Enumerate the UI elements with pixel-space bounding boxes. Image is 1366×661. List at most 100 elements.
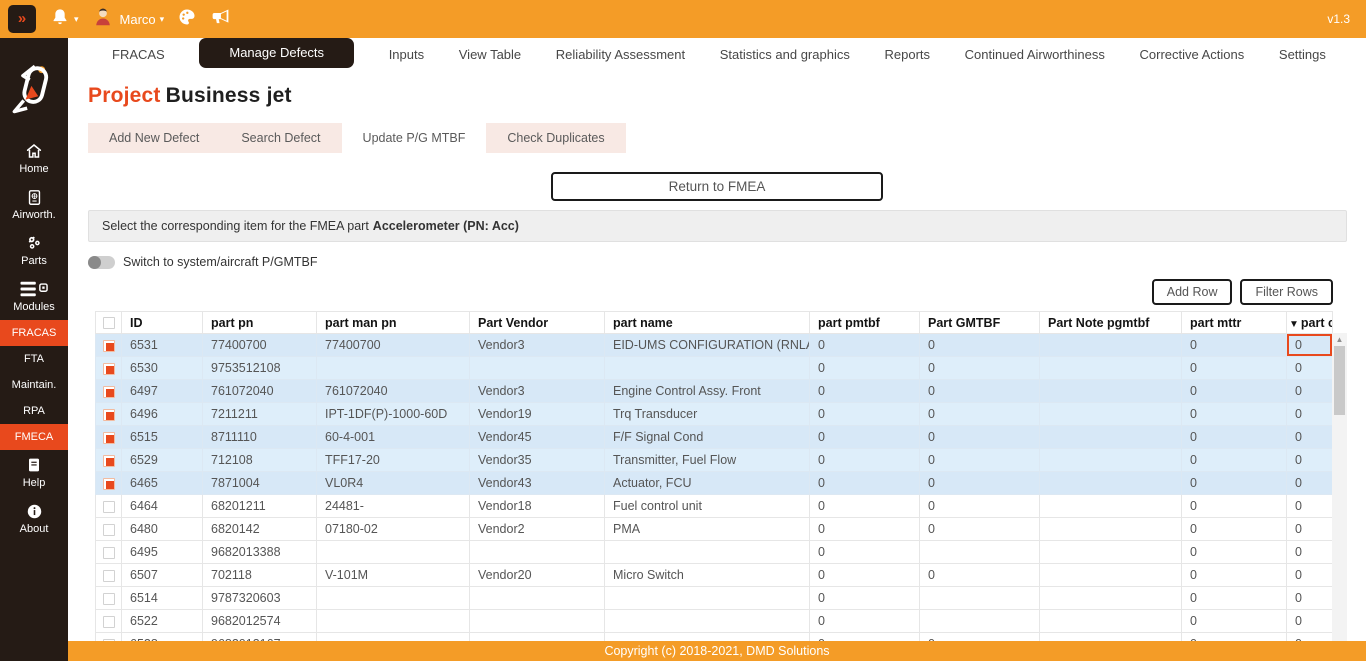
row-checkbox[interactable] <box>103 386 115 398</box>
sidebar-item-help[interactable]: Help <box>0 450 68 496</box>
tab-inputs[interactable]: Inputs <box>389 47 424 62</box>
cell-mttr[interactable]: 0 <box>1182 564 1287 587</box>
cell-gmtbf[interactable]: 0 <box>920 518 1040 541</box>
cell-pmtbf[interactable]: 0 <box>810 610 920 633</box>
col-part-co[interactable]: ▼part co <box>1287 312 1333 334</box>
sidebar-collapse-button[interactable]: » <box>8 5 36 33</box>
palette-icon[interactable] <box>177 7 197 32</box>
row-checkbox[interactable] <box>103 409 115 421</box>
table-row[interactable]: 65317740070077400700Vendor3EID-UMS CONFI… <box>96 334 1333 357</box>
row-checkbox[interactable] <box>103 616 115 628</box>
cell-vendor[interactable]: Vendor3 <box>470 380 605 403</box>
cell-mttr[interactable]: 0 <box>1182 449 1287 472</box>
sidebar-item-airworthiness[interactable]: Airworth. <box>0 182 68 228</box>
cell-name[interactable]: Trq Transducer <box>605 403 810 426</box>
chevron-down-icon[interactable]: ▾ <box>74 14 79 25</box>
cell-name[interactable]: Fuel control unit <box>605 495 810 518</box>
cell-name[interactable]: Transmitter, Fuel Flow <box>605 449 810 472</box>
sidebar-item-modules[interactable]: Modules <box>0 274 68 320</box>
col-part-pn[interactable]: part pn <box>203 312 317 334</box>
table-row[interactable]: 6497761072040761072040Vendor3Engine Cont… <box>96 380 1333 403</box>
cell-vendor[interactable]: Vendor43 <box>470 472 605 495</box>
cell-gmtbf[interactable]: 0 <box>920 403 1040 426</box>
cell-gmtbf[interactable]: 0 <box>920 495 1040 518</box>
cell-pmtbf[interactable]: 0 <box>810 587 920 610</box>
cell-mttr[interactable]: 0 <box>1182 587 1287 610</box>
sidebar-item-fmeca[interactable]: FMECA <box>0 424 68 450</box>
cell-gmtbf[interactable]: 0 <box>920 472 1040 495</box>
cell-mttr[interactable]: 0 <box>1182 380 1287 403</box>
cell-mttr[interactable]: 0 <box>1182 610 1287 633</box>
cell-co[interactable]: 0 <box>1287 472 1333 495</box>
cell-id[interactable]: 6522 <box>122 610 203 633</box>
cell-name[interactable]: Engine Control Assy. Front <box>605 380 810 403</box>
cell-vendor[interactable]: Vendor20 <box>470 564 605 587</box>
cell-pn[interactable]: 9787320603 <box>203 587 317 610</box>
sidebar-item-about[interactable]: About <box>0 496 68 542</box>
row-checkbox[interactable] <box>103 524 115 536</box>
cell-man_pn[interactable] <box>317 610 470 633</box>
row-select-cell[interactable] <box>96 495 122 518</box>
cell-mttr[interactable]: 0 <box>1182 518 1287 541</box>
tab-continued-airworthiness[interactable]: Continued Airworthiness <box>965 47 1105 62</box>
table-row[interactable]: 6515871111060-4-001Vendor45F/F Signal Co… <box>96 426 1333 449</box>
cell-id[interactable]: 6529 <box>122 449 203 472</box>
cell-gmtbf[interactable] <box>920 541 1040 564</box>
cell-id[interactable]: 6464 <box>122 495 203 518</box>
cell-note[interactable] <box>1040 380 1182 403</box>
cell-mttr[interactable]: 0 <box>1182 495 1287 518</box>
row-select-cell[interactable] <box>96 357 122 380</box>
cell-pmtbf[interactable]: 0 <box>810 357 920 380</box>
cell-vendor[interactable]: Vendor45 <box>470 426 605 449</box>
cell-co[interactable]: 0 <box>1287 564 1333 587</box>
cell-id[interactable]: 6530 <box>122 357 203 380</box>
announcements-button[interactable] <box>210 6 231 32</box>
cell-id[interactable]: 6465 <box>122 472 203 495</box>
cell-id[interactable]: 6480 <box>122 518 203 541</box>
cell-man_pn[interactable]: 24481- <box>317 495 470 518</box>
row-select-cell[interactable] <box>96 472 122 495</box>
table-row[interactable]: 653097535121080000 <box>96 357 1333 380</box>
col-id[interactable]: ID <box>122 312 203 334</box>
col-part-note-pgmtbf[interactable]: Part Note pgmtbf <box>1040 312 1182 334</box>
cell-id[interactable]: 6497 <box>122 380 203 403</box>
cell-name[interactable]: PMA <box>605 518 810 541</box>
cell-co[interactable]: 0 <box>1287 334 1333 357</box>
cell-note[interactable] <box>1040 564 1182 587</box>
add-row-button[interactable]: Add Row <box>1152 279 1233 305</box>
cell-pmtbf[interactable]: 0 <box>810 518 920 541</box>
sidebar-item-home[interactable]: Home <box>0 136 68 182</box>
tab-manage-defects[interactable]: Manage Defects <box>199 38 354 68</box>
cell-note[interactable] <box>1040 357 1182 380</box>
robin-logo[interactable] <box>10 62 58 120</box>
megaphone-icon[interactable] <box>210 6 231 32</box>
cell-pn[interactable]: 7871004 <box>203 472 317 495</box>
subtab-search-defect[interactable]: Search Defect <box>220 123 341 153</box>
notifications-menu[interactable]: ▾ <box>50 7 79 32</box>
tab-settings[interactable]: Settings <box>1279 47 1326 62</box>
cell-pn[interactable]: 68201211 <box>203 495 317 518</box>
cell-pn[interactable]: 9682013388 <box>203 541 317 564</box>
cell-pn[interactable]: 712108 <box>203 449 317 472</box>
tab-statistics-and-graphics[interactable]: Statistics and graphics <box>720 47 850 62</box>
cell-mttr[interactable]: 0 <box>1182 541 1287 564</box>
cell-vendor[interactable]: Vendor3 <box>470 334 605 357</box>
cell-co[interactable]: 0 <box>1287 541 1333 564</box>
sidebar-item-rpa[interactable]: RPA <box>0 398 68 424</box>
row-select-cell[interactable] <box>96 426 122 449</box>
cell-gmtbf[interactable]: 0 <box>920 357 1040 380</box>
cell-pmtbf[interactable]: 0 <box>810 334 920 357</box>
cell-id[interactable]: 6496 <box>122 403 203 426</box>
cell-name[interactable] <box>605 587 810 610</box>
table-row[interactable]: 6480682014207180-02Vendor2PMA0000 <box>96 518 1333 541</box>
subtab-update-pg-mtbf[interactable]: Update P/G MTBF <box>342 123 487 153</box>
cell-co[interactable]: 0 <box>1287 403 1333 426</box>
cell-pn[interactable]: 6820142 <box>203 518 317 541</box>
cell-name[interactable] <box>605 610 810 633</box>
row-checkbox[interactable] <box>103 432 115 444</box>
cell-vendor[interactable]: Vendor18 <box>470 495 605 518</box>
cell-mttr[interactable]: 0 <box>1182 334 1287 357</box>
cell-pn[interactable]: 761072040 <box>203 380 317 403</box>
cell-note[interactable] <box>1040 449 1182 472</box>
cell-man_pn[interactable]: 77400700 <box>317 334 470 357</box>
